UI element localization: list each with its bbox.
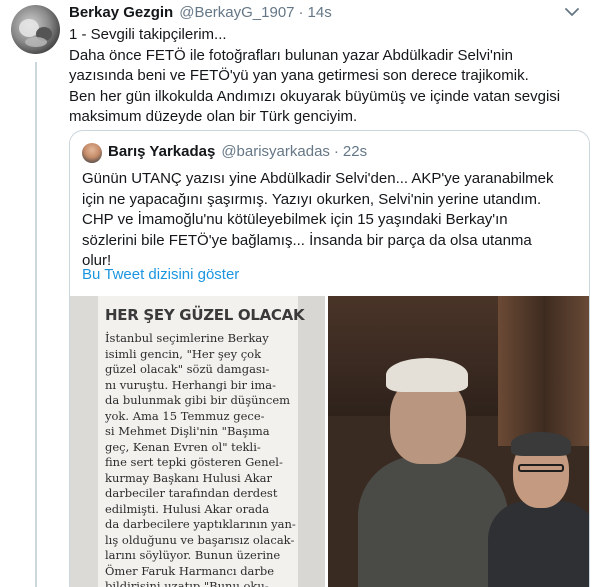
- newspaper-line: Ömer Faruk Harmancı darbe: [105, 563, 275, 578]
- author-handle[interactable]: @BerkayG_1907: [179, 4, 294, 21]
- newspaper-line: da bulunmak gibi bir düşüncem: [105, 393, 291, 407]
- quoted-avatar: [82, 143, 102, 163]
- chevron-down-icon[interactable]: [565, 7, 579, 17]
- author-name[interactable]: Berkay Gezgin: [69, 4, 173, 21]
- photo-image[interactable]: [328, 296, 589, 587]
- newspaper-body: İstanbul seçimlerine Berkay isimli genci…: [105, 331, 296, 587]
- newspaper-clipping-image[interactable]: HER ŞEY GÜZEL OLACAK İstanbul seçimlerin…: [70, 296, 325, 587]
- tweet-text-line: Ben her gün ilkokulda Andımızı okuyarak …: [69, 87, 561, 105]
- thread-line: [35, 62, 37, 587]
- newspaper-line: yok. Ama 15 Temmuz gece-: [105, 408, 265, 423]
- quoted-author-name: Barış Yarkadaş: [108, 143, 216, 160]
- newspaper-headline: HER ŞEY GÜZEL OLACAK: [105, 306, 305, 324]
- newspaper-line: fine sert tepki gösteren Genel-: [105, 455, 283, 469]
- quoted-author-handle: @barisyarkadas: [221, 143, 330, 160]
- newspaper-line: kurmay Başkanı Hulusi Akar: [105, 470, 272, 485]
- tweet-text-line: 1 - Sevgili takipçilerim...: [69, 26, 227, 43]
- newspaper-line: larını söylüyor. Bunun üzerine: [105, 548, 281, 562]
- quoted-time: 22s: [342, 143, 368, 160]
- avatar[interactable]: [11, 5, 60, 54]
- tweet-time[interactable]: 14s: [308, 4, 332, 21]
- newspaper-line: darbeciler tarafından derdest: [105, 486, 278, 500]
- tweet-text-line: yazısında beni ve FETÖ'yü yan yana getir…: [69, 67, 529, 84]
- quoted-header: Barış Yarkadaş @barisyarkadas · 22s: [108, 143, 367, 160]
- newspaper-line: güzel olacak" sözü damgası-: [105, 362, 270, 376]
- show-thread-link[interactable]: Bu Tweet dizisini göster: [82, 266, 239, 283]
- tweet-text-line: Daha önce FETÖ ile fotoğrafları bulunan …: [69, 46, 513, 64]
- tweet-text: 1 - Sevgili takipçilerim... Daha önce FE…: [69, 25, 589, 128]
- quoted-tweet[interactable]: Barış Yarkadaş @barisyarkadas · 22s Günü…: [69, 130, 590, 587]
- newspaper-line: nı vuruştu. Herhangi bir ima-: [105, 377, 277, 392]
- tweet-header: Berkay Gezgin @BerkayG_1907 · 14s: [69, 4, 332, 22]
- quoted-text-line: Günün UTANÇ yazısı yine Abdülkadir Selvi…: [82, 170, 554, 187]
- newspaper-line: isimli gencin, "Her şey çok: [105, 346, 262, 361]
- newspaper-line: İstanbul seçimlerine Berkay: [105, 331, 269, 345]
- tweet-text-line: maksimum düzeyde olan bir Türk genciyim.: [69, 108, 358, 125]
- newspaper-line: bildirisini uzatıp "Bunu oku-: [105, 579, 269, 587]
- quoted-text-line: CHP ve İmamoğlu'nu kötüleyebilmek için 1…: [82, 211, 508, 228]
- newspaper-line: lış olduğunu ve başarısız olacak-: [105, 532, 295, 547]
- quoted-text-line: için ne yapacağını şaşırmış. Yazıyı okur…: [82, 190, 542, 208]
- newspaper-line: si Mehmet Dişli'nin "Başıma: [105, 424, 270, 438]
- tweet: Berkay Gezgin @BerkayG_1907 · 14s 1 - Se…: [0, 0, 597, 587]
- newspaper-line: geç, Kenan Evren ol" tekli-: [105, 439, 261, 454]
- separator-dot: ·: [333, 143, 339, 160]
- quoted-text-line: sözlerini bile FETÖ'ye bağlamış... İnsan…: [82, 231, 532, 249]
- quoted-text: Günün UTANÇ yazısı yine Abdülkadir Selvi…: [82, 169, 582, 272]
- newspaper-line: edilmişti. Hulusi Akar orada: [105, 501, 270, 516]
- separator-dot: ·: [298, 4, 304, 21]
- newspaper-line: da darbecilere yaptıklarının yan-: [105, 517, 296, 531]
